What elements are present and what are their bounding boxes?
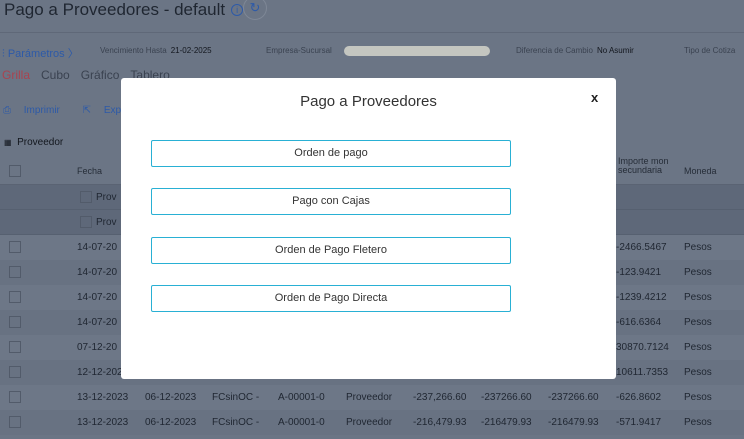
orden-de-pago-fletero-button[interactable]: Orden de Pago Fletero: [151, 237, 511, 264]
group-by-chip[interactable]: ▦ Proveedor: [4, 137, 63, 148]
table-cell: -216479.93: [548, 417, 599, 428]
parameters-bar: ⫶ Parámetros 〉 Vencimiento Hasta 21-02-20…: [0, 46, 744, 60]
table-cell: -216479.93: [481, 417, 532, 428]
table-cell: -1239.4212: [616, 292, 667, 303]
table-cell: FCsinOC -: [212, 392, 260, 403]
parameters-label: Parámetros: [7, 48, 65, 60]
print-label: Imprimir: [23, 105, 60, 116]
table-cell: 10611.7353: [616, 367, 669, 378]
page-title: Pago a Proveedores - default i: [4, 0, 244, 20]
group-label: Proveedor: [17, 137, 64, 148]
row-checkbox[interactable]: [9, 341, 21, 353]
empresa-value-redacted: [344, 46, 490, 56]
diferencia-label: Diferencia de Cambio: [516, 46, 593, 55]
row-checkbox[interactable]: [9, 366, 21, 378]
print-button[interactable]: ⎙ Imprimir: [3, 105, 70, 116]
tab-grafico[interactable]: Gráfico: [81, 68, 120, 82]
table-cell: -123.9421: [616, 267, 662, 278]
export-icon: ⇱: [82, 105, 92, 116]
table-cell: -237,266.60: [413, 392, 467, 403]
close-icon[interactable]: x: [591, 90, 598, 105]
diferencia-field: Diferencia de Cambio No Asumir: [516, 46, 634, 55]
table-row[interactable]: 13-12-2023 06-12-2023 FCsinOC - A-00001-0 Pr…: [0, 410, 744, 435]
table-cell: 30870.7124: [616, 342, 669, 353]
table-cell: -216,479.93: [413, 417, 467, 428]
info-icon[interactable]: i: [231, 4, 244, 16]
dialog-title: Pago a Proveedores: [300, 93, 437, 110]
refresh-icon[interactable]: ↻: [243, 0, 267, 20]
grid-icon: ▦: [4, 138, 12, 147]
divider: [0, 32, 744, 33]
row-checkbox[interactable]: [9, 291, 21, 303]
table-cell: FCsinOC -: [212, 417, 260, 428]
table-cell: Pesos: [684, 292, 712, 303]
vencimiento-value: 21-02-2025: [170, 46, 212, 55]
table-cell: 13-12-2023: [77, 392, 129, 403]
orden-de-pago-directa-button[interactable]: Orden de Pago Directa: [151, 285, 511, 312]
group-row-label: Prov: [96, 192, 117, 203]
table-cell: Pesos: [684, 367, 712, 378]
group-checkbox[interactable]: [80, 191, 92, 203]
payment-type-dialog: Pago a Proveedores x Orden de pago Pago …: [121, 78, 616, 379]
table-cell: Proveedor: [346, 417, 393, 428]
header-moneda[interactable]: Moneda: [684, 166, 717, 176]
select-all-checkbox[interactable]: [9, 165, 21, 177]
row-checkbox[interactable]: [9, 241, 21, 253]
table-cell: -616.6364: [616, 317, 662, 328]
table-cell: Pesos: [684, 342, 712, 353]
table-cell: 06-12-2023: [145, 417, 197, 428]
page-title-text: Pago a Proveedores - default: [4, 0, 226, 19]
empresa-label: Empresa-Sucursal: [266, 46, 332, 55]
header-importe-secundaria[interactable]: Importe mon secundaria: [618, 157, 678, 175]
vencimiento-label: Vencimiento Hasta: [100, 46, 167, 55]
table-cell: A-00001-0: [278, 417, 325, 428]
table-cell: Pesos: [684, 242, 712, 253]
table-cell: -626.8602: [616, 392, 662, 403]
table-cell: -237266.60: [548, 392, 599, 403]
tab-grilla[interactable]: Grilla: [2, 68, 30, 82]
orden-de-pago-button[interactable]: Orden de pago: [151, 140, 511, 167]
table-cell: Pesos: [684, 417, 712, 428]
group-checkbox[interactable]: [80, 216, 92, 228]
table-cell: -2466.5467: [616, 242, 667, 253]
group-row-label: Prov: [96, 217, 117, 228]
table-cell: Pesos: [684, 392, 712, 403]
diferencia-value: No Asumir: [596, 46, 634, 55]
row-checkbox[interactable]: [9, 391, 21, 403]
table-cell: A-00001-0: [278, 392, 325, 403]
row-checkbox[interactable]: [9, 316, 21, 328]
parameters-link[interactable]: ⫶ Parámetros 〉: [2, 45, 79, 61]
table-cell: -237266.60: [481, 392, 532, 403]
table-cell: 13-12-2023: [77, 417, 129, 428]
header-fecha[interactable]: Fecha: [77, 166, 102, 176]
tab-cubo[interactable]: Cubo: [41, 68, 70, 82]
table-cell: Pesos: [684, 317, 712, 328]
table-cell: 06-12-2023: [145, 392, 197, 403]
pago-con-cajas-button[interactable]: Pago con Cajas: [151, 188, 511, 215]
printer-icon: ⎙: [3, 105, 11, 116]
row-checkbox[interactable]: [9, 266, 21, 278]
table-cell: -571.9417: [616, 417, 662, 428]
table-cell: Pesos: [684, 267, 712, 278]
table-row[interactable]: 13-12-2023 06-12-2023 FCsinOC - A-00001-0 Pr…: [0, 385, 744, 410]
table-cell: Proveedor: [346, 392, 393, 403]
tipo-cotizacion-label: Tipo de Cotiza: [684, 46, 736, 55]
row-checkbox[interactable]: [9, 416, 21, 428]
vencimiento-field: Vencimiento Hasta 21-02-2025: [100, 46, 212, 55]
